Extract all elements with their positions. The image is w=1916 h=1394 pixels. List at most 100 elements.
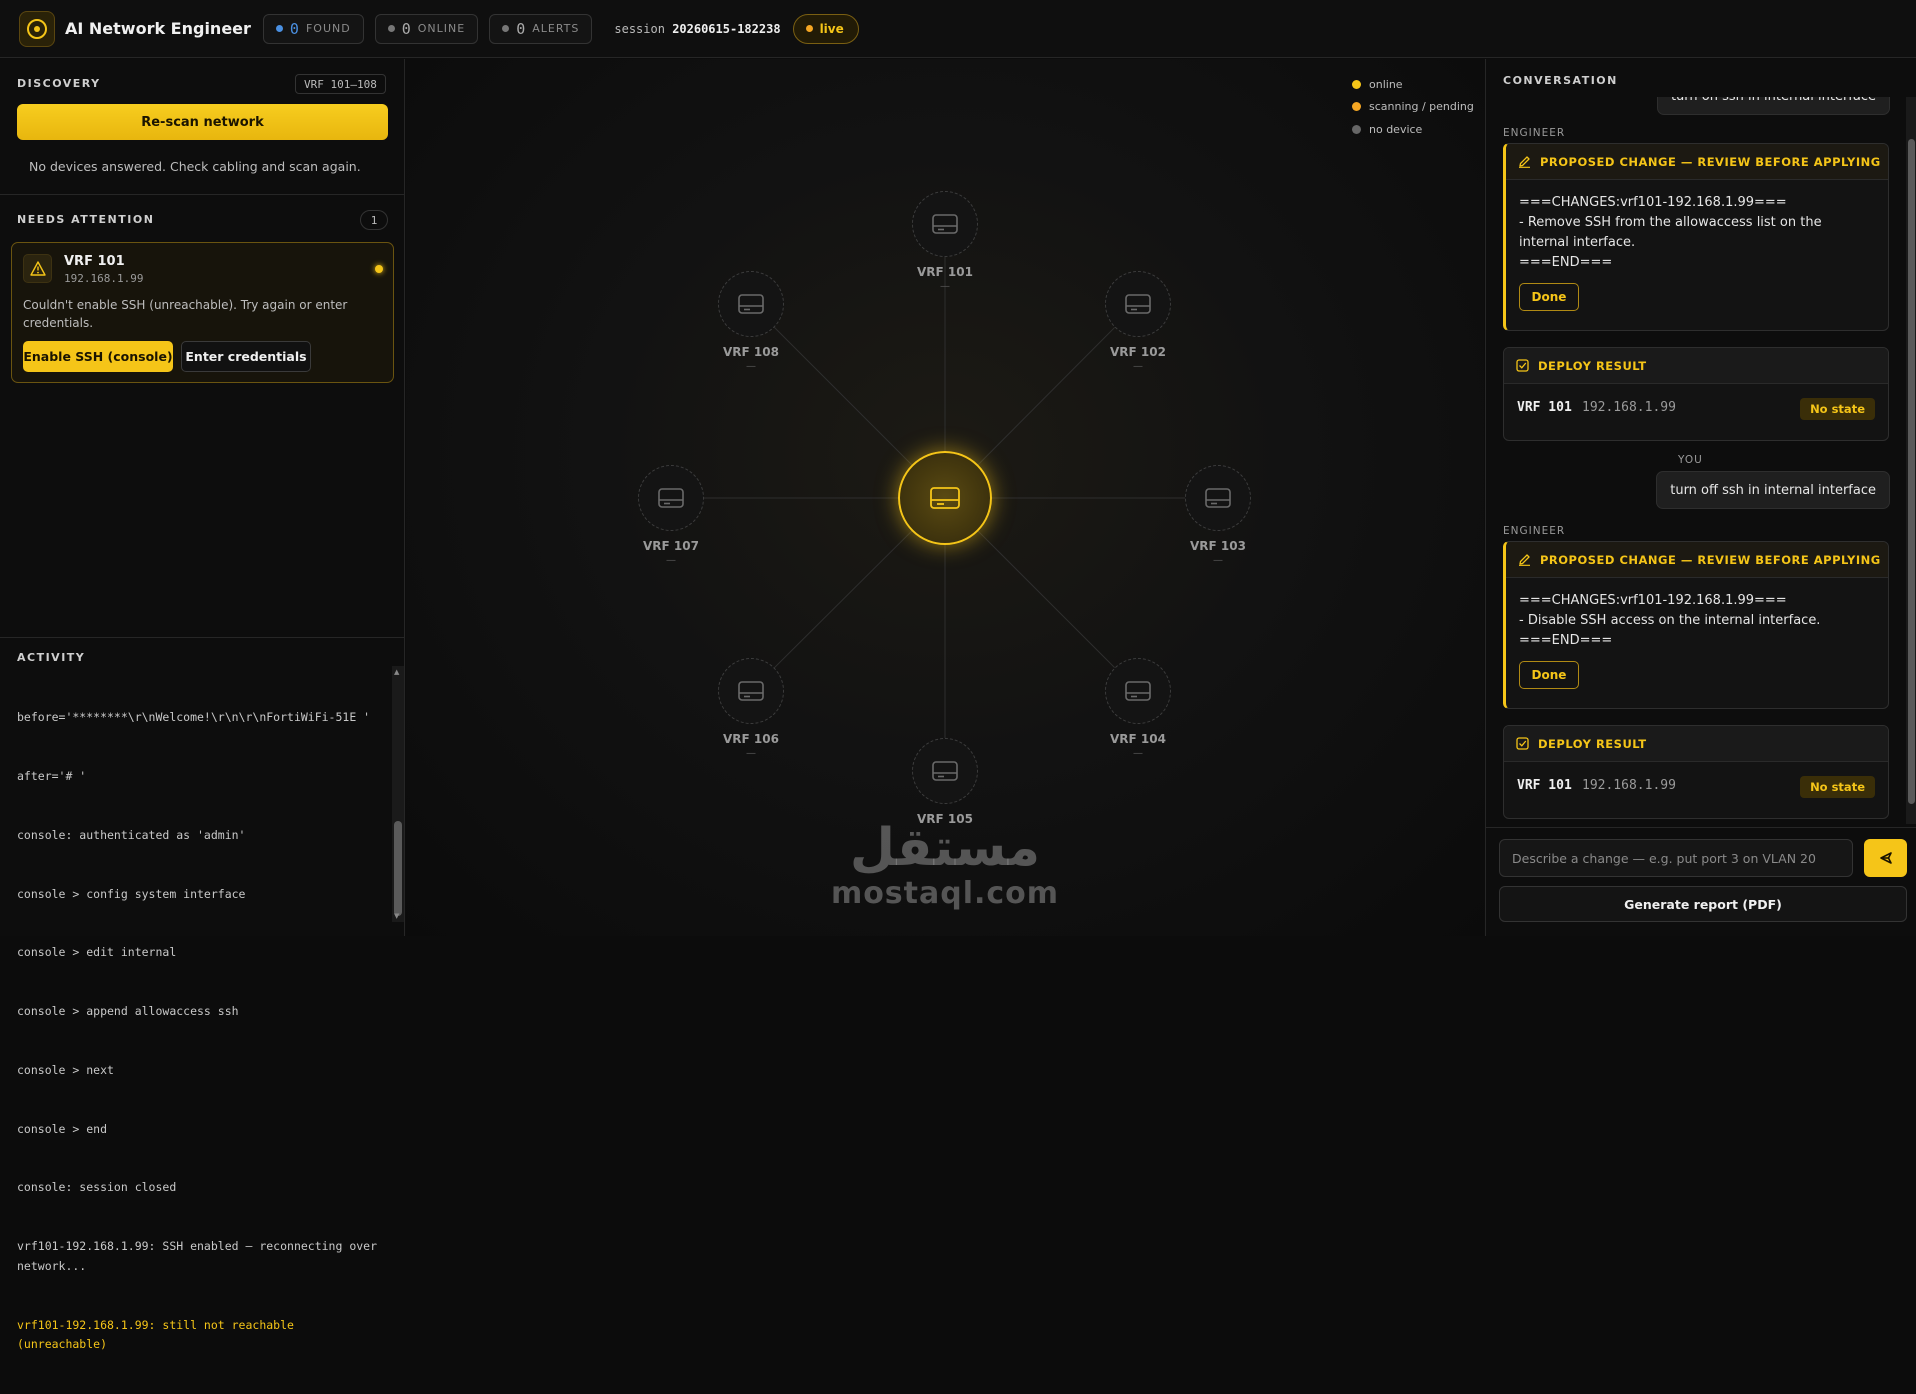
found-count: 0 <box>289 19 299 38</box>
device-node-vrf103[interactable] <box>1185 465 1251 531</box>
node-label: VRF 106 <box>723 732 779 746</box>
device-icon <box>1205 488 1231 508</box>
log-line: console: session closed <box>17 1180 177 1195</box>
proposal-line: ===CHANGES:vrf101-192.168.1.99=== <box>1519 195 1787 210</box>
device-icon <box>932 214 958 234</box>
log-line: console > next <box>17 1062 114 1077</box>
discovery-title: DISCOVERY <box>17 77 101 90</box>
alerts-count: 0 <box>516 19 526 38</box>
rescan-button[interactable]: Re-scan network <box>17 104 388 140</box>
composer: Generate report (PDF) <box>1486 827 1916 936</box>
log-line: console > append allowaccess ssh <box>17 1004 239 1019</box>
node-sub: — <box>746 361 756 372</box>
proposal-line: - Remove SSH from the allowaccess list o… <box>1519 215 1822 250</box>
activity-panel: ACTIVITY before='********\r\nWelcome!\r\… <box>0 636 405 1351</box>
device-icon <box>658 488 684 508</box>
node-sub: — <box>666 555 676 566</box>
node-sub: — <box>746 748 756 759</box>
legend-dot-icon <box>1352 124 1361 134</box>
device-icon <box>738 294 764 314</box>
deploy-device: VRF 101 <box>1517 778 1572 793</box>
deploy-result-card: DEPLOY RESULT VRF 101 192.168.1.99 No st… <box>1503 347 1889 441</box>
node-label: VRF 107 <box>643 539 699 553</box>
device-icon <box>932 761 958 781</box>
left-panel: DISCOVERY VRF 101–108 Re-scan network No… <box>0 59 405 1351</box>
message-input[interactable] <box>1499 839 1853 877</box>
topology-canvas: VRF 101 — VRF 102 — VRF 103 — VRF 104 — … <box>406 59 1484 936</box>
node-label: VRF 103 <box>1190 539 1246 553</box>
proposed-change-card: PROPOSED CHANGE — REVIEW BEFORE APPLYING… <box>1503 541 1889 709</box>
activity-scroll-thumb[interactable] <box>394 821 402 916</box>
device-name: VRF 101 <box>64 254 125 269</box>
alerts-label: ALERTS <box>532 22 580 35</box>
legend-dot-icon <box>1352 102 1361 112</box>
node-sub: — <box>1133 748 1143 759</box>
deploy-result-card: DEPLOY RESULT VRF 101 192.168.1.99 No st… <box>1503 725 1889 819</box>
send-button[interactable] <box>1864 839 1907 877</box>
enter-credentials-button[interactable]: Enter credentials <box>181 341 311 372</box>
proposal-header: PROPOSED CHANGE — REVIEW BEFORE APPLYING <box>1506 144 1888 180</box>
watermark: مستقل mostaql.com <box>406 819 1484 911</box>
device-node-vrf102[interactable] <box>1105 271 1171 337</box>
conversation-panel: CONVERSATION turn on ssh in internal int… <box>1485 59 1916 936</box>
device-node-vrf107[interactable] <box>638 465 704 531</box>
done-button[interactable]: Done <box>1519 283 1579 311</box>
deploy-title: DEPLOY RESULT <box>1538 358 1647 373</box>
scroll-up-icon[interactable]: ▲ <box>394 668 399 676</box>
app-title: AI Network Engineer <box>65 19 251 38</box>
found-label: FOUND <box>305 22 351 35</box>
legend-label: online <box>1369 77 1403 91</box>
topology-legend: online scanning / pending no device <box>1352 73 1474 141</box>
online-count: 0 <box>401 19 411 38</box>
log-line: after='# ' <box>17 768 87 783</box>
watermark-url: mostaql.com <box>830 876 1060 911</box>
device-node-vrf101[interactable] <box>912 191 978 257</box>
log-line: console > edit internal <box>17 945 177 960</box>
status-dot-icon <box>502 25 510 32</box>
attention-message: Couldn't enable SSH (unreachable). Try a… <box>23 298 348 330</box>
pencil-icon <box>1519 554 1530 566</box>
proposed-change-card: PROPOSED CHANGE — REVIEW BEFORE APPLYING… <box>1503 143 1889 331</box>
state-badge: No state <box>1800 776 1875 798</box>
state-badge: No state <box>1800 398 1875 420</box>
device-node-vrf108[interactable] <box>718 271 784 337</box>
proposal-line: ===END=== <box>1519 633 1613 648</box>
top-bar: AI Network Engineer 0 FOUND 0 ONLINE 0 A… <box>0 0 1916 58</box>
node-sub: — <box>1133 361 1143 372</box>
user-message: turn on ssh in internal interface <box>1656 97 1890 115</box>
generate-report-button[interactable]: Generate report (PDF) <box>1499 886 1907 922</box>
device-icon <box>1125 681 1151 701</box>
session-info: session 20260615-182238 <box>614 22 780 36</box>
activity-log: before='********\r\nWelcome!\r\n\r\nFort… <box>17 669 387 1394</box>
log-line: console > end <box>17 1121 108 1136</box>
proposal-title: PROPOSED CHANGE — REVIEW BEFORE APPLYING <box>1540 552 1881 567</box>
session-label: session <box>614 21 665 36</box>
conversation-thread: turn on ssh in internal interface ENGINE… <box>1486 97 1916 824</box>
done-button[interactable]: Done <box>1519 661 1579 689</box>
deploy-title: DEPLOY RESULT <box>1538 736 1647 751</box>
deploy-header: DEPLOY RESULT <box>1504 726 1888 762</box>
attention-title: NEEDS ATTENTION <box>17 213 155 226</box>
app-logo <box>19 10 55 47</box>
legend-dot-icon <box>1352 79 1361 89</box>
device-icon <box>1125 294 1151 314</box>
log-line: vrf101-192.168.1.99: SSH enabled — recon… <box>17 1239 384 1273</box>
deploy-header: DEPLOY RESULT <box>1504 348 1888 384</box>
you-label: YOU <box>1678 454 1703 466</box>
device-icon <box>738 681 764 701</box>
device-node-vrf105[interactable] <box>912 738 978 804</box>
node-label: VRF 108 <box>723 345 779 359</box>
scroll-down-icon[interactable]: ▼ <box>394 912 399 920</box>
node-sub: — <box>1213 555 1223 566</box>
conversation-scroll-thumb[interactable] <box>1908 139 1915 804</box>
online-label: ONLINE <box>417 22 466 35</box>
device-node-vrf104[interactable] <box>1105 658 1171 724</box>
status-dot-icon <box>375 265 383 273</box>
enable-ssh-button[interactable]: Enable SSH (console) <box>23 341 173 372</box>
device-ip: 192.168.1.99 <box>64 272 144 285</box>
warning-icon <box>23 254 52 283</box>
core-switch-node[interactable] <box>898 451 992 545</box>
device-node-vrf106[interactable] <box>718 658 784 724</box>
proposal-line: - Disable SSH access on the internal int… <box>1519 613 1821 628</box>
activity-title: ACTIVITY <box>17 651 86 664</box>
